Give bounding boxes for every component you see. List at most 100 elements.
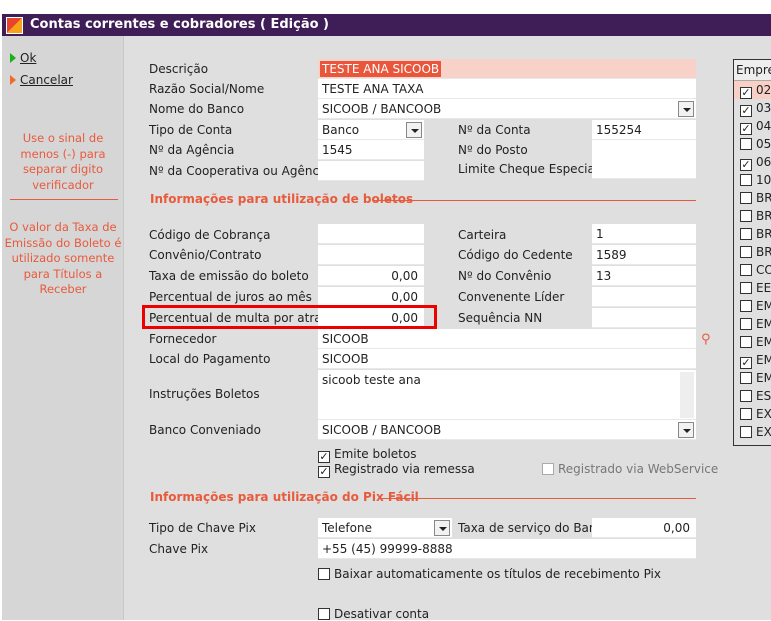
empresa-label: EXT [756, 425, 771, 439]
emite-label: Emite boletos [334, 447, 417, 461]
ok-button[interactable]: Ok [10, 51, 36, 65]
checkbox-icon[interactable] [740, 300, 752, 312]
empresa-item[interactable]: ✓ 03- [734, 99, 771, 117]
juros-input[interactable]: 0,00 [318, 287, 424, 307]
tipo-conta-label: Tipo de Conta [149, 123, 233, 137]
webservice-checkbox[interactable]: Registrado via WebService [542, 462, 718, 476]
empresa-item[interactable]: 10- [734, 171, 771, 189]
chevron-down-icon[interactable] [406, 122, 422, 138]
checkbox-icon[interactable] [740, 228, 752, 240]
checkbox-icon[interactable] [740, 210, 752, 222]
empresa-item[interactable]: ✓ 06- [734, 153, 771, 171]
checkbox-icon[interactable] [740, 192, 752, 204]
num-convenio-input[interactable]: 13 [592, 266, 696, 286]
cooperativa-input[interactable] [318, 161, 424, 181]
chevron-down-icon[interactable] [678, 422, 694, 438]
checkbox-icon[interactable] [740, 426, 752, 438]
lider-input[interactable] [592, 287, 696, 307]
checkbox-icon[interactable]: ✓ [740, 357, 752, 369]
num-conta-input[interactable]: 155254 [592, 120, 696, 140]
empresa-item[interactable]: EM [734, 297, 771, 315]
checkbox-icon[interactable]: ✓ [740, 105, 752, 117]
checkbox-icon[interactable] [740, 138, 752, 150]
instrucoes-textarea[interactable]: sicoob teste ana [318, 370, 696, 420]
checkbox-icon[interactable]: ✓ [740, 87, 752, 99]
seq-input[interactable] [592, 308, 696, 328]
desativar-label: Desativar conta [334, 607, 430, 621]
checkbox-icon[interactable] [740, 264, 752, 276]
cod-cobranca-input[interactable] [318, 224, 424, 244]
cedente-input[interactable]: 1589 [592, 245, 696, 265]
pix-tipo-select[interactable]: Telefone [318, 518, 452, 538]
empresa-label: BR [756, 209, 771, 223]
empresa-item[interactable]: EM [734, 333, 771, 351]
seq-label: Sequência NN [458, 311, 543, 325]
instrucoes-value: sicoob teste ana [322, 373, 421, 387]
checkbox-icon[interactable] [740, 408, 752, 420]
empresa-label: BR [756, 227, 771, 241]
agencia-input[interactable]: 1545 [318, 140, 424, 160]
empresa-item[interactable]: BR [734, 189, 771, 207]
checkbox-icon[interactable] [740, 174, 752, 186]
local-label: Local do Pagamento [149, 352, 271, 366]
scrollbar[interactable] [680, 372, 694, 418]
remessa-checkbox[interactable]: ✓ Registrado via remessa [318, 462, 475, 478]
empresa-item[interactable]: BR [734, 225, 771, 243]
empresa-item[interactable]: CO [734, 261, 771, 279]
carteira-input[interactable]: 1 [592, 224, 696, 244]
baixar-checkbox[interactable]: Baixar automaticamente os títulos de rec… [318, 567, 661, 581]
empresa-label: BR [756, 191, 771, 205]
emite-checkbox[interactable]: ✓ Emite boletos [318, 447, 416, 463]
empresa-item[interactable]: ✓ EM [734, 351, 771, 369]
checkbox-icon[interactable] [740, 390, 752, 402]
left-panel [2, 36, 124, 620]
checkbox-icon[interactable] [740, 282, 752, 294]
checkbox-icon[interactable]: ✓ [740, 159, 752, 171]
empresa-item[interactable]: EXT [734, 423, 771, 441]
descricao-input[interactable]: TESTE ANA SICOOB [318, 59, 696, 79]
empresas-list[interactable]: Empres ✓ 02- ✓ 03- ✓ 04- 05- ✓ 06- 10- BR BR BR BR CO E… [733, 59, 771, 446]
search-icon[interactable]: ⚲ [701, 332, 711, 347]
fornecedor-input[interactable]: SICOOB [318, 329, 696, 349]
chevron-down-icon[interactable] [678, 101, 694, 117]
checkbox-icon[interactable] [740, 318, 752, 330]
convenio-contrato-input[interactable] [318, 245, 424, 265]
empresa-item[interactable]: EEI [734, 279, 771, 297]
tipo-conta-select[interactable]: Banco [318, 120, 424, 140]
taxa-label: Taxa de emissão do boleto [149, 269, 309, 283]
empresa-item[interactable]: BR [734, 207, 771, 225]
checkbox-icon[interactable] [740, 336, 752, 348]
empresas-items: ✓ 02- ✓ 03- ✓ 04- 05- ✓ 06- 10- BR BR BR BR CO EEI EM EM E… [734, 81, 771, 441]
checkbox-icon[interactable] [740, 372, 752, 384]
chevron-down-icon[interactable] [434, 520, 450, 536]
empresas-header: Empres [734, 60, 771, 81]
conveniado-label: Banco Conveniado [149, 423, 262, 437]
taxa-input[interactable]: 0,00 [318, 266, 424, 286]
empresa-item[interactable]: ✓ 04- [734, 117, 771, 135]
webservice-label: Registrado via WebService [558, 462, 719, 476]
carteira-label: Carteira [458, 228, 507, 242]
empresa-item[interactable]: EM [734, 315, 771, 333]
posto-input[interactable] [592, 140, 696, 160]
checkbox-icon[interactable]: ✓ [740, 123, 752, 135]
conveniado-select[interactable]: SICOOB / BANCOOB [318, 420, 696, 440]
empresa-item[interactable]: BR [734, 243, 771, 261]
banco-select[interactable]: SICOOB / BANCOOB [318, 99, 696, 119]
desativar-checkbox[interactable]: Desativar conta [318, 607, 429, 621]
razao-input[interactable]: TESTE ANA TAXA [318, 79, 696, 99]
empresa-item[interactable]: EM [734, 369, 771, 387]
fornecedor-label: Fornecedor [149, 332, 217, 346]
empresa-label: 04- [756, 119, 771, 133]
local-input[interactable]: SICOOB [318, 349, 696, 369]
limite-input[interactable] [592, 159, 696, 179]
pix-taxa-input[interactable]: 0,00 [592, 518, 696, 538]
empresa-label: EEI [756, 281, 771, 295]
pix-chave-input[interactable]: +55 (45) 99999-8888 [318, 539, 696, 559]
empresa-item[interactable]: ESP [734, 387, 771, 405]
checkbox-icon[interactable] [740, 246, 752, 258]
window-title: Contas correntes e cobradores ( Edição ) [2, 14, 771, 36]
empresa-item[interactable]: EXT [734, 405, 771, 423]
empresa-item[interactable]: 05- [734, 135, 771, 153]
cancel-button[interactable]: Cancelar [10, 73, 73, 87]
empresa-item[interactable]: ✓ 02- [734, 81, 771, 99]
